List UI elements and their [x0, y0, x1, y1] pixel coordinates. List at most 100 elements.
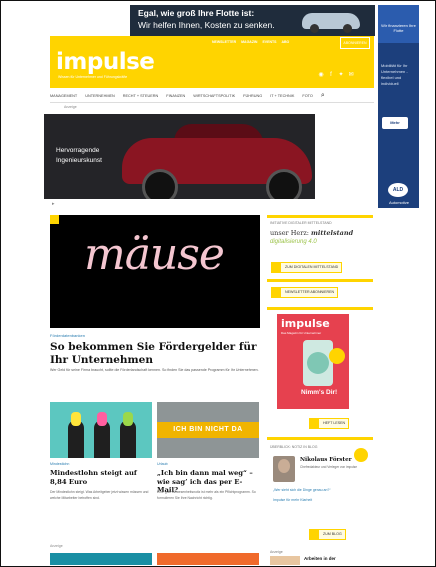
ald-logo: ALD — [388, 183, 408, 197]
sky-ad-logo-text: Automotive — [388, 200, 409, 205]
price-badge — [329, 348, 345, 364]
sidebar-box-label: INITIATIVE DIGITALER MITTELSTAND — [270, 221, 332, 225]
sky-ad-heading: Wir finanzieren Ihre Flotte — [381, 23, 416, 33]
mittelstand-logo: unser Herz: mittelstand — [270, 229, 353, 237]
magazine-logo: impulse — [281, 317, 330, 330]
ad-info-icon[interactable]: ▸ — [52, 201, 55, 207]
car-ad-line-2: Ingenieurskunst — [56, 157, 102, 164]
arrow-icon — [310, 419, 319, 428]
card-2-image[interactable]: ICH BIN NICHT DA — [157, 402, 259, 458]
sidebar-teaser: Anzeige Arbeiten in der — [267, 550, 373, 565]
skyscraper-ad[interactable]: Wir finanzieren Ihre Flotte Mobilität fü… — [378, 5, 419, 208]
digital-mittelstand-button[interactable]: ZUM DIGITALEN MITTELSTAND — [271, 262, 343, 273]
hero-image[interactable]: mäuse — [50, 215, 260, 328]
nav-item-fuehrung[interactable]: Führung — [243, 94, 262, 98]
nav-item-management[interactable]: Management — [50, 94, 77, 98]
nav-item-unternehmen[interactable]: Unternehmen — [85, 94, 115, 98]
digitalisierung-text: digitalisierung 4.0 — [270, 239, 317, 245]
rss-icon[interactable]: ◉ — [318, 72, 324, 78]
ad-label: Anzeige — [64, 105, 77, 109]
hero-teaser: Wer Geld für seine Firma braucht, sollte… — [50, 368, 259, 372]
blog-button-label: ZUM BLOG — [323, 532, 342, 536]
arrow-icon — [272, 263, 281, 272]
top-link-abo[interactable]: ABO — [281, 40, 289, 44]
read-magazine-button-label: HEFT LESEN — [323, 421, 346, 425]
blog-post-link-2[interactable]: Impulse für mehr Klarheit — [273, 498, 369, 502]
main-navigation: Management Unternehmen Recht + Steuern F… — [50, 90, 374, 103]
mittelstand-prefix: unser Herz: — [270, 229, 312, 237]
card-2-kicker[interactable]: Urlaub — [157, 462, 168, 466]
sky-ad-header: Wir finanzieren Ihre Flotte — [378, 5, 419, 43]
coin-stack-icon — [303, 340, 333, 386]
sidebar-digital-mittelstand: INITIATIVE DIGITALER MITTELSTAND unser H… — [267, 215, 373, 274]
glove-yellow — [71, 412, 81, 426]
newsletter-button[interactable]: NEWSLETTER ABONNIEREN — [271, 287, 339, 298]
card-1-kicker[interactable]: Mindestlohn — [50, 462, 69, 466]
magazine-title: Nimm's Dir! — [301, 389, 338, 396]
nav-item-finanzen[interactable]: Finanzen — [166, 94, 185, 98]
car-banner-ad[interactable]: Hervorragende Ingenieurskunst — [44, 114, 315, 199]
digital-mittelstand-button-label: ZUM DIGITALEN MITTELSTAND — [285, 265, 339, 269]
arrow-icon — [272, 288, 281, 297]
newsletter-button-label: NEWSLETTER ABONNIEREN — [285, 290, 335, 294]
blog-post-link-1[interactable]: „Wer sieht sich die Dinge genau an?“ — [273, 488, 369, 492]
card-1-title[interactable]: Mindestlohn steigt auf 8,84 Euro — [50, 469, 152, 486]
hero-word: mäuse — [84, 229, 225, 280]
read-magazine-button[interactable]: HEFT LESEN — [309, 418, 350, 429]
nav-item-foto[interactable]: Foto — [302, 94, 312, 98]
car-wheel-front — [142, 169, 178, 199]
top-banner-ad[interactable]: Egal, wie groß Ihre Flotte ist: Wir helf… — [130, 5, 375, 36]
glove-pink — [97, 412, 107, 426]
top-link-newsletter[interactable]: NEWSLETTER — [212, 40, 236, 44]
site-header: impulse Wissen für Unternehmer und Führu… — [50, 36, 374, 88]
sidebar-blog: ÜBERBLICK: NOTIZ IN BLOG Nikolaus Förste… — [267, 437, 373, 550]
author-avatar[interactable] — [273, 456, 295, 482]
sidebar-teaser-image[interactable] — [270, 556, 300, 565]
card-1-image[interactable] — [50, 402, 152, 458]
hero-kicker[interactable]: Förderdatenbanken — [50, 333, 85, 338]
car-icon — [302, 13, 360, 33]
facebook-icon[interactable]: f — [328, 72, 334, 78]
sidebar-teaser-text[interactable]: Arbeiten in der — [304, 556, 336, 561]
top-ad-line-1: Egal, wie groß Ihre Flotte ist: — [138, 8, 255, 18]
hero-headline[interactable]: So bekommen Sie Fördergelder für Ihr Unt… — [50, 341, 260, 367]
magazine-subline: Das Magazin für Unternehmer — [281, 331, 322, 335]
author-name[interactable]: Nikolaus Förster — [300, 457, 351, 463]
sidebar-newsletter: NEWSLETTER ABONNIEREN — [267, 279, 373, 302]
nav-item-wirtschaftspolitik[interactable]: Wirtschaftspolitik — [193, 94, 235, 98]
car-wheel-rear — [266, 169, 302, 199]
sky-ad-button[interactable]: Mehr — [382, 117, 408, 129]
author-bio: Chefredakteur und Verleger von impulse — [300, 465, 358, 469]
blog-button[interactable]: ZUM BLOG — [309, 529, 346, 540]
mittelstand-word: mittelstand — [311, 229, 354, 237]
bottom-teaser-image-2[interactable] — [157, 553, 259, 565]
card-2-image-text: ICH BIN NICHT DA — [157, 422, 259, 438]
blog-label: ÜBERBLICK: NOTIZ IN BLOG — [270, 445, 318, 449]
sky-ad-text: Mobilität für Ihr Unternehmen - flexibel… — [381, 63, 408, 86]
top-link-magazin[interactable]: MAGAZIN — [241, 40, 257, 44]
site-tagline: Wissen für Unternehmer und Führungskräft… — [58, 75, 128, 79]
top-link-events[interactable]: EVENTS — [262, 40, 276, 44]
nav-item-recht-steuern[interactable]: Recht + Steuern — [123, 94, 158, 98]
glove-green — [123, 412, 133, 426]
sidebar-teaser-label: Anzeige — [270, 550, 283, 554]
search-icon[interactable]: ⌕ — [321, 92, 325, 100]
bottom-teaser-image-1[interactable] — [50, 553, 152, 565]
sidebar-magazine: impulse Das Magazin für Unternehmer Nimm… — [267, 307, 373, 430]
bottom-section-label: Anzeige — [50, 544, 63, 548]
mail-icon[interactable]: ✉ — [348, 72, 354, 78]
top-links: NEWSLETTER MAGAZIN EVENTS ABO — [212, 40, 289, 44]
impulse-logo[interactable]: impulse — [56, 49, 155, 75]
hero-corner-marker — [50, 215, 59, 224]
arrow-icon — [310, 530, 319, 539]
social-links: ◉ f ✦ ✉ — [318, 72, 354, 78]
top-ad-line-2: Wir helfen Ihnen, Kosten zu senken. — [138, 20, 275, 30]
card-2-teaser: Eine gute Abwesenheitsnotiz ist mehr als… — [157, 490, 256, 500]
subscribe-button[interactable]: ABONNIEREN — [340, 37, 370, 49]
card-1-teaser: Der Mindestlohn steigt. Was Arbeitgeber … — [50, 490, 149, 500]
blog-badge-icon — [354, 448, 368, 462]
nav-item-it-technik[interactable]: IT + Technik — [270, 94, 294, 98]
magazine-cover[interactable]: impulse Das Magazin für Unternehmer Nimm… — [277, 314, 349, 409]
car-ad-line-1: Hervorragende — [56, 147, 100, 154]
twitter-icon[interactable]: ✦ — [338, 72, 344, 78]
